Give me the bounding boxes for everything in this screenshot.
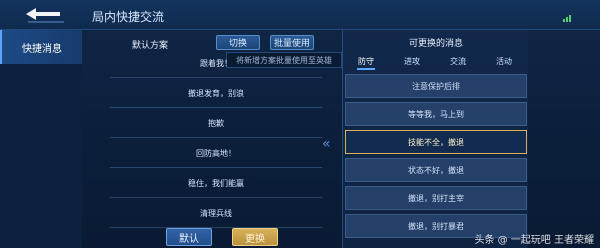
back-arrow-icon [26, 8, 64, 23]
list-item[interactable]: 抱歉 [110, 110, 322, 138]
double-chevron-left-icon: « [322, 136, 331, 152]
list-item[interactable]: 清理兵线 [110, 200, 322, 228]
list-item[interactable]: 回防高地！ [110, 140, 322, 168]
replaceable-message-list: 注意保护后排 等等我，马上到 技能不全，撤退 状态不好，撤退 撤退，别打主宰 撤… [345, 74, 527, 246]
signal-icon [562, 8, 572, 22]
category-tabs: 防守 进攻 交流 活动 [343, 52, 529, 70]
top-bar: 局内快捷交流 [0, 0, 600, 30]
current-message-list: 跟着我！ 撤退发育，别浪 抱歉 回防高地！ 稳住，我们能赢 清理兵线 [110, 50, 322, 228]
list-item[interactable]: 稳住，我们能赢 [110, 170, 322, 198]
tab-communication[interactable]: 交流 [435, 52, 481, 70]
list-item[interactable]: 等等我，马上到 [345, 102, 527, 126]
replace-button[interactable]: 更换 [232, 228, 278, 246]
list-item[interactable]: 撤退，别打主宰 [345, 186, 527, 210]
sidebar-item-label: 快捷消息 [22, 43, 62, 55]
list-item[interactable]: 撤退发育，别浪 [110, 80, 322, 108]
back-button[interactable] [22, 4, 70, 24]
batch-use-button[interactable]: 批量使用 [270, 35, 314, 50]
page-title: 局内快捷交流 [92, 10, 165, 24]
watermark-text: 头条 @ 一起玩吧 王者荣耀 [474, 235, 594, 246]
list-item-selected[interactable]: 技能不全，撤退 [345, 130, 527, 154]
active-tab-indicator [357, 68, 375, 70]
list-item[interactable]: 注意保护后排 [345, 74, 527, 98]
default-button[interactable]: 默认 [166, 228, 212, 246]
switch-button[interactable]: 切换 [216, 35, 260, 50]
sidebar: 快捷消息 [0, 30, 82, 248]
list-item[interactable]: 状态不好，撤退 [345, 158, 527, 182]
tab-attack[interactable]: 进攻 [389, 52, 435, 70]
sidebar-item-quick-messages[interactable]: 快捷消息 [0, 30, 82, 64]
tab-event[interactable]: 活动 [481, 52, 527, 70]
replaceable-title: 可更换的消息 [408, 39, 463, 49]
right-panel: 可更换的消息 防守 进攻 交流 活动 注意保护后排 等等我，马上到 技能不全，撤… [342, 30, 528, 248]
list-item[interactable]: 跟着我！ [110, 50, 322, 78]
